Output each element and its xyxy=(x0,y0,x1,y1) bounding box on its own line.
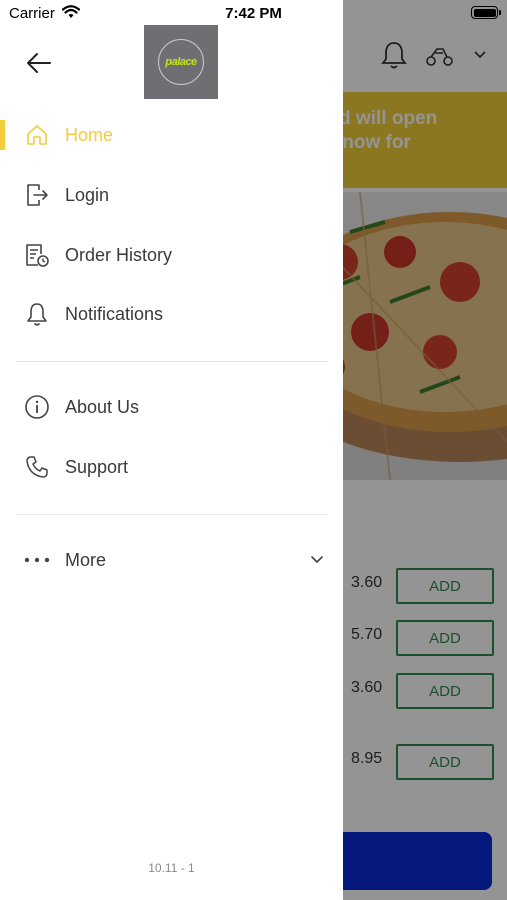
restaurant-logo: palace xyxy=(144,25,218,99)
status-bar: Carrier 7:42 PM xyxy=(0,0,507,28)
menu-divider xyxy=(16,361,328,362)
menu-item-order-history[interactable]: Order History xyxy=(0,230,343,280)
menu-item-home[interactable]: Home xyxy=(0,110,343,160)
menu-item-label: About Us xyxy=(65,396,140,417)
menu-item-label: Home xyxy=(65,124,114,145)
menu-item-label: Login xyxy=(65,184,110,205)
clock: 7:42 PM xyxy=(225,5,282,22)
app-version: 10.11 - 1 xyxy=(148,861,195,875)
menu-item-more[interactable]: More xyxy=(0,535,343,585)
menu-item-about-us[interactable]: About Us xyxy=(0,382,343,432)
info-icon xyxy=(24,394,50,420)
navigation-drawer: palace Home Login Order History Notifica… xyxy=(0,0,343,900)
order-history-icon xyxy=(24,242,50,268)
menu-item-support[interactable]: Support xyxy=(0,442,343,492)
battery-icon xyxy=(471,6,501,19)
menu-item-login[interactable]: Login xyxy=(0,170,343,220)
menu-item-label: More xyxy=(65,549,107,570)
logo-text: palace xyxy=(165,56,197,68)
more-icon xyxy=(24,547,50,573)
menu-item-label: Order History xyxy=(65,244,173,265)
menu-item-label: Notifications xyxy=(65,303,164,324)
login-icon xyxy=(24,182,50,208)
bell-icon xyxy=(24,301,50,327)
menu-divider xyxy=(16,514,328,515)
home-icon xyxy=(24,122,50,148)
phone-icon xyxy=(24,454,50,480)
back-arrow-icon[interactable] xyxy=(24,48,54,78)
chevron-down-icon[interactable] xyxy=(309,552,325,568)
menu-item-label: Support xyxy=(65,456,129,477)
menu-item-notifications[interactable]: Notifications xyxy=(0,289,343,339)
